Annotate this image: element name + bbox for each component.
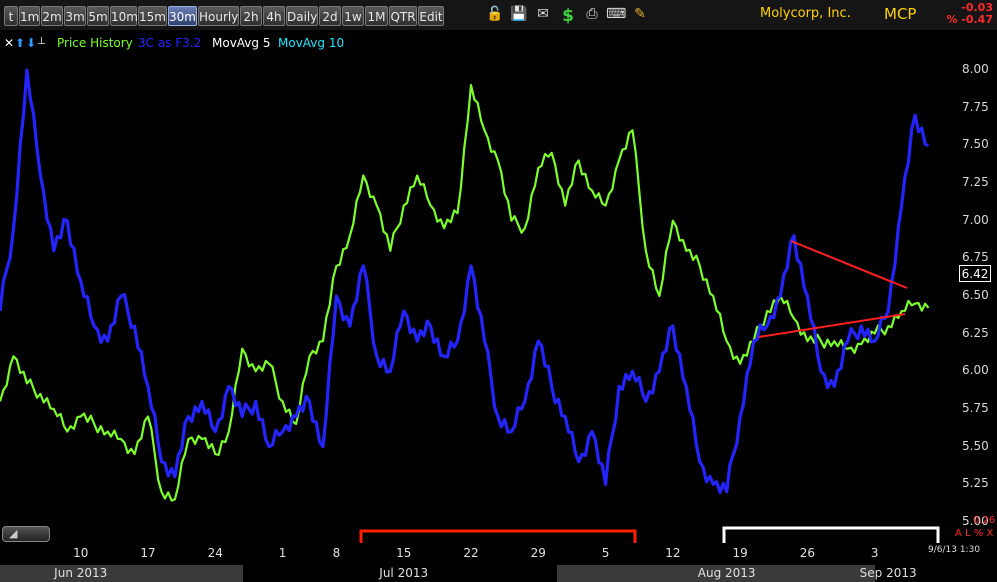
y-tick-label: 5.75 <box>962 400 989 415</box>
y-tick-label: 5.25 <box>962 476 989 491</box>
timeframe-button-hourly[interactable]: Hourly <box>198 6 239 26</box>
timeframe-button-t[interactable]: t <box>4 6 18 26</box>
x-tick-label: 22 <box>463 546 479 560</box>
y-tick-label: 6.25 <box>962 325 989 340</box>
last-bar-timestamp: 9/6/13 1:30 <box>928 545 981 555</box>
x-month-label: Jul 2013 <box>379 566 429 580</box>
x-tick-label: 3 <box>870 546 879 560</box>
current-price-label: 6.42 <box>959 265 991 282</box>
close-icon[interactable]: ✕ <box>4 36 14 50</box>
price-history-line <box>0 84 930 502</box>
up-arrow-icon[interactable]: ⬆ <box>15 36 25 50</box>
timeframe-button-5m[interactable]: 5m <box>87 6 109 26</box>
trendline-lower[interactable] <box>758 313 906 338</box>
price-chart[interactable] <box>0 0 997 582</box>
x-tick-label: 15 <box>396 546 412 560</box>
pin-icon[interactable]: ⊥ <box>37 36 46 47</box>
save-icon[interactable]: 💾 <box>509 6 529 26</box>
toolbar: t 1m 2m 3m 5m 10m 15m 30m Hourly 2h 4h Daily 2d 1w 1M Q… <box>0 0 997 30</box>
scroll-grip-icon: ◢ <box>9 527 18 540</box>
keyboard-icon[interactable]: ⌨ <box>606 6 626 26</box>
x-tick-label: 5 <box>601 546 610 560</box>
month-band <box>0 565 243 582</box>
price-change-percent: % -0.47 <box>946 13 993 26</box>
timeframe-button-15m[interactable]: 15m <box>138 6 167 26</box>
x-month-label: Sep 2013 <box>859 566 917 580</box>
y-tick-label: 7.75 <box>962 99 989 114</box>
mail-icon[interactable]: ✉ <box>533 6 553 26</box>
x-month-label: Aug 2013 <box>697 566 756 580</box>
x-tick-label: 24 <box>207 546 223 560</box>
indicator-3c-line <box>0 68 929 494</box>
dollar-icon[interactable]: $ <box>558 6 578 26</box>
timeframe-button-10m[interactable]: 10m <box>110 6 138 26</box>
timeframe-button-1m[interactable]: 1m <box>19 6 40 26</box>
legend-3c-indicator[interactable]: 3C as F3.2 <box>138 36 201 50</box>
y-tick-label: 6.00 <box>962 363 989 378</box>
y-tick-label: 7.25 <box>962 175 989 190</box>
timeframe-button-2d[interactable]: 2d <box>319 6 341 26</box>
timeframe-button-edit[interactable]: Edit <box>418 6 444 26</box>
ticker-symbol: MCP <box>884 5 917 23</box>
timeframe-button-1w[interactable]: 1w <box>342 6 364 26</box>
timeframe-button-qtr[interactable]: QTR <box>389 6 417 26</box>
legend-price-history[interactable]: Price History <box>57 36 133 50</box>
x-tick-label: 1 <box>278 546 287 560</box>
y-tick-label: 7.50 <box>962 137 989 152</box>
x-tick-label: 29 <box>530 546 546 560</box>
y-tick-label: 5.50 <box>962 438 989 453</box>
y-tick-label: 7.00 <box>962 212 989 227</box>
timeframe-button-2m[interactable]: 2m <box>41 6 63 26</box>
x-tick-label: 19 <box>732 546 748 560</box>
timeframe-button-30m[interactable]: 30m <box>168 6 197 26</box>
timeframe-button-daily[interactable]: Daily <box>286 6 318 26</box>
x-tick-label: 10 <box>73 546 89 560</box>
timeframe-button-2h[interactable]: 2h <box>240 6 262 26</box>
scroll-handle[interactable]: ◢ <box>2 526 50 542</box>
legend-movavg-10[interactable]: MovAvg 10 <box>278 36 344 50</box>
timeframe-button-1m[interactable]: 1M <box>365 6 388 26</box>
x-tick-label: 17 <box>140 546 156 560</box>
y-tick-label: 8.00 <box>962 62 989 77</box>
indicator-markers: A L % X <box>955 528 994 539</box>
lock-icon[interactable]: 🔓 <box>485 6 505 26</box>
indicator-value: 0.26 <box>973 515 996 526</box>
company-name: Molycorp, Inc. <box>760 6 851 21</box>
x-month-label: Jun 2013 <box>54 566 108 580</box>
trendline-upper[interactable] <box>790 240 908 289</box>
legend-movavg-5[interactable]: MovAvg 5 <box>212 36 270 50</box>
x-tick-label: 26 <box>799 546 816 560</box>
pencil-icon[interactable]: ✎ <box>630 6 650 26</box>
print-icon[interactable]: ⎙ <box>582 6 602 26</box>
timeframe-button-3m[interactable]: 3m <box>64 6 86 26</box>
timeframe-button-4h[interactable]: 4h <box>263 6 285 26</box>
down-arrow-icon[interactable]: ⬇ <box>26 36 36 50</box>
y-tick-label: 6.75 <box>962 250 989 265</box>
x-tick-label: 8 <box>332 546 341 560</box>
x-tick-label: 12 <box>665 546 681 560</box>
y-tick-label: 6.50 <box>962 287 989 302</box>
